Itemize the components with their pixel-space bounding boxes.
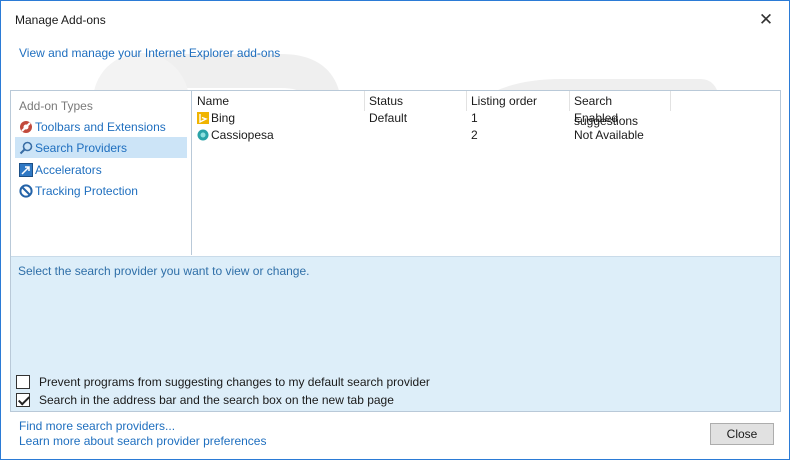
column-header-status[interactable]: Status [365, 91, 467, 111]
cassiopesa-icon [197, 129, 209, 141]
sidebar-item-label: Accelerators [35, 162, 102, 177]
table-row[interactable]: Bing Default 1 Enabled [193, 110, 780, 127]
provider-suggestions: Enabled [574, 111, 619, 125]
address-bar-search-option: Search in the address bar and the search… [16, 391, 394, 409]
column-header-name[interactable]: Name [193, 91, 365, 111]
learn-more-preferences-link[interactable]: Learn more about search provider prefere… [19, 434, 266, 448]
sidebar-item-toolbars-extensions[interactable]: Toolbars and Extensions [15, 116, 187, 137]
toolbars-extensions-icon [19, 120, 33, 134]
sidebar-item-label: Search Providers [35, 140, 128, 155]
prevent-changes-checkbox[interactable] [16, 375, 30, 389]
sidebar-item-label: Toolbars and Extensions [35, 119, 166, 134]
provider-suggestions: Not Available [574, 128, 644, 142]
addon-types-heading: Add-on Types [19, 99, 93, 113]
search-icon [19, 141, 33, 155]
prevent-changes-option: Prevent programs from suggesting changes… [16, 373, 430, 391]
sidebar-item-accelerators[interactable]: Accelerators [15, 159, 187, 180]
sidebar-item-search-providers[interactable]: Search Providers [15, 137, 187, 158]
close-window-button[interactable]: ✕ [755, 9, 777, 31]
close-button[interactable]: Close [710, 423, 774, 445]
column-header-listing-order[interactable]: Listing order [467, 91, 570, 111]
manage-addons-window: risk.com Manage Add-ons ✕ View and manag… [0, 0, 790, 460]
details-hint: Select the search provider you want to v… [18, 264, 310, 278]
provider-status [365, 127, 467, 144]
address-bar-search-label[interactable]: Search in the address bar and the search… [39, 393, 394, 407]
addon-types-pane: Add-on Types Toolbars and Extensions Sea… [11, 91, 192, 255]
find-more-providers-link[interactable]: Find more search providers... [19, 419, 175, 433]
window-title: Manage Add-ons [15, 13, 106, 27]
content-frame: Add-on Types Toolbars and Extensions Sea… [10, 90, 781, 412]
column-header-search-suggestions[interactable]: Search suggestions [570, 91, 671, 128]
title-bar: Manage Add-ons ✕ [1, 1, 789, 35]
tracking-protection-icon [19, 183, 33, 198]
table-row[interactable]: Cassiopesa 2 Not Available [193, 127, 780, 144]
sidebar-item-tracking-protection[interactable]: Tracking Protection [15, 180, 187, 201]
provider-name: Bing [211, 111, 236, 125]
provider-name: Cassiopesa [211, 128, 274, 142]
list-header: Name Status Listing order Search suggest… [193, 91, 780, 128]
prevent-changes-label[interactable]: Prevent programs from suggesting changes… [39, 375, 430, 389]
details-pane: Select the search provider you want to v… [11, 256, 780, 411]
provider-status: Default [369, 111, 408, 125]
search-providers-list: Name Status Listing order Search suggest… [193, 91, 780, 255]
bing-icon [197, 112, 209, 124]
provider-order: 2 [471, 128, 478, 142]
view-manage-addons-link: View and manage your Internet Explorer a… [19, 46, 281, 60]
address-bar-search-checkbox[interactable] [16, 393, 30, 407]
accelerators-icon [19, 162, 33, 177]
provider-order: 1 [471, 111, 478, 125]
sidebar-item-label: Tracking Protection [35, 183, 138, 198]
